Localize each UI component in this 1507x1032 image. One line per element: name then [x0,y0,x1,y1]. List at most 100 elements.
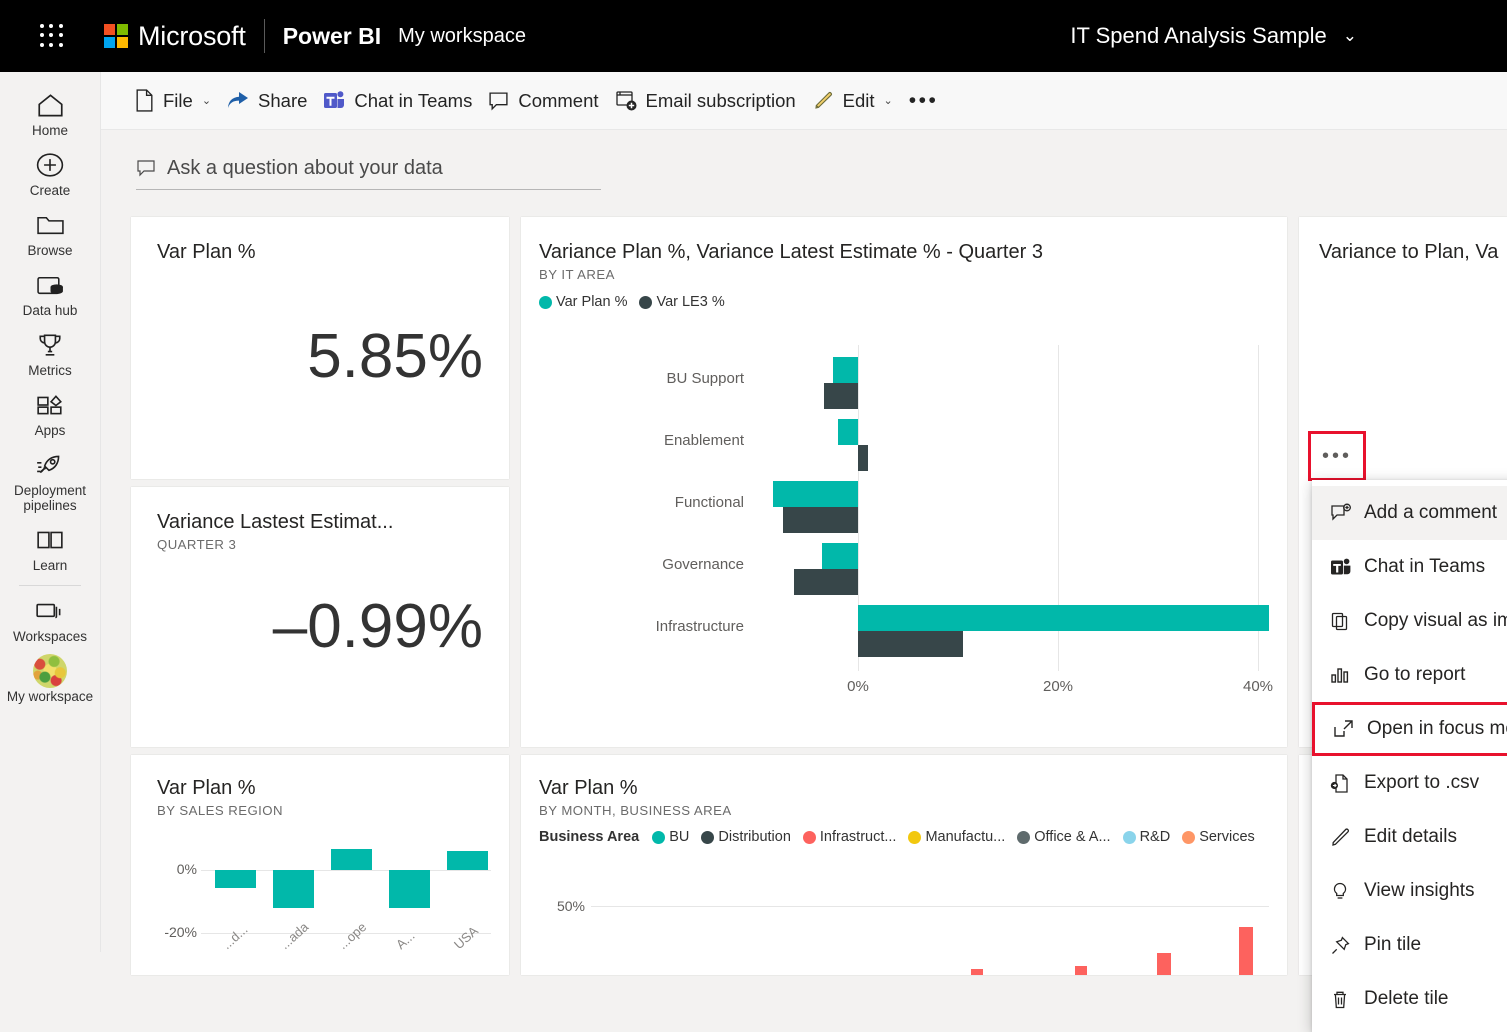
file-button[interactable]: File ⌄ [127,81,219,121]
tile-subtitle: BY SALES REGION [157,803,283,818]
legend-item-infrastructure[interactable]: Infrastruct... [802,829,897,845]
trophy-icon [37,330,63,360]
sidebar-item-metrics[interactable]: Metrics [0,322,101,382]
menu-item-pin-tile[interactable]: Pin tile [1312,918,1507,972]
qa-input[interactable]: Ask a question about your data [167,157,443,180]
sidebar-item-workspaces[interactable]: Workspaces [0,588,101,648]
legend-item-services[interactable]: Services [1182,829,1255,845]
bar-month-2[interactable] [1075,966,1087,975]
legend-label: Var LE3 % [656,294,725,310]
tile-var-plan-kpi[interactable]: Var Plan % 5.85% [131,217,509,479]
email-subscription-icon [615,90,637,112]
menu-item-edit-details[interactable]: Edit details [1312,810,1507,864]
sidebar-item-create[interactable]: Create [0,142,101,202]
region-chart-plot: 0% -20% ...d... ...ada ...ope A... USA [157,831,491,966]
share-button[interactable]: Share [219,81,315,121]
bar-enablement-var-le3[interactable] [858,445,868,471]
sidebar-item-my-workspace[interactable]: My workspace [0,648,101,708]
sidebar-item-deployment-pipelines[interactable]: Deployment pipelines [0,442,101,517]
bar-governance-var-plan[interactable] [822,543,858,569]
bar-month-4[interactable] [1239,927,1253,975]
chevron-down-icon[interactable]: ⌄ [202,94,211,107]
sidebar-item-label: Deployment pipelines [13,483,87,513]
legend-title: Business Area [539,829,640,845]
bar-functional-var-plan[interactable] [773,481,858,507]
microsoft-logo[interactable]: Microsoft [104,21,246,52]
chevron-down-icon[interactable]: ⌄ [1343,26,1357,46]
tile-var-plan-by-month-business-area[interactable]: Var Plan % BY MONTH, BUSINESS AREA Busin… [521,755,1287,975]
email-subscription-button[interactable]: Email subscription [607,81,804,121]
bar-bu-support-var-plan[interactable] [833,357,858,383]
share-icon [227,91,249,111]
breadcrumb-workspace[interactable]: My workspace [398,25,526,48]
menu-item-label: Go to report [1364,664,1466,685]
edit-button[interactable]: Edit ⌄ [804,81,901,121]
nav-divider [19,585,81,586]
bar-functional-var-le3[interactable] [783,507,858,533]
bar-governance-var-le3[interactable] [794,569,858,595]
tile-more-options-button[interactable]: ••• [1308,431,1366,481]
legend-label: Manufactu... [925,829,1006,845]
waffle-grid-icon[interactable] [28,12,76,60]
report-title-area[interactable]: IT Spend Analysis Sample ⌄ [1070,0,1507,72]
legend-swatch-icon [802,830,816,844]
sidebar-item-data-hub[interactable]: Data hub [0,262,101,322]
legend-swatch-icon [539,295,552,309]
tile-var-plan-by-sales-region[interactable]: Var Plan % BY SALES REGION 0% -20% ...d.… [131,755,509,975]
y-tick-label: 50% [556,898,585,914]
bar-bu-support-var-le3[interactable] [824,383,858,409]
bar-month-1[interactable] [971,969,983,975]
chevron-down-icon[interactable]: ⌄ [884,94,893,107]
chart-legend: Business Area BU Distribution Infrastruc… [539,829,1269,845]
legend-item-var-plan[interactable]: Var Plan % [539,294,627,310]
menu-item-go-to-report[interactable]: Go to report [1312,648,1507,702]
menu-item-label: Export to .csv [1364,772,1480,793]
bar-region-4[interactable] [389,870,430,908]
legend-label: R&D [1139,829,1171,845]
legend-item-office-admin[interactable]: Office & A... [1017,829,1111,845]
sidebar-item-label: Learn [32,558,68,573]
legend-swatch-icon [639,295,653,309]
menu-item-export-to-csv[interactable]: Export to .csv [1312,756,1507,810]
bar-region-1[interactable] [215,870,256,888]
bar-infrastructure-var-plan[interactable] [858,605,1269,631]
data-hub-icon [36,270,65,300]
bar-enablement-var-plan[interactable] [838,419,858,445]
legend-item-var-le3[interactable]: Var LE3 % [639,294,725,310]
sidebar-item-browse[interactable]: Browse [0,202,101,262]
menu-item-copy-visual-as-image[interactable]: Copy visual as image [1312,594,1507,648]
bar-infrastructure-var-le3[interactable] [858,631,963,657]
category-label: Infrastructure [655,618,744,635]
menu-item-view-insights[interactable]: View insights [1312,864,1507,918]
qa-input-wrapper[interactable]: Ask a question about your data [136,148,601,190]
sidebar-item-apps[interactable]: Apps [0,382,101,442]
powerbi-product-name[interactable]: Power BI [283,23,381,50]
bar-month-3[interactable] [1157,953,1171,975]
menu-item-open-in-focus-mode[interactable]: Open in focus mode [1312,702,1507,756]
menu-item-chat-in-teams[interactable]: Chat in Teams [1312,540,1507,594]
menu-item-label: Pin tile [1364,934,1422,955]
avatar-icon [33,654,67,688]
menu-item-add-a-comment[interactable]: Add a comment [1312,486,1507,540]
menu-item-label: Chat in Teams [1364,556,1486,577]
sidebar-item-home[interactable]: Home [0,82,101,142]
legend-item-bu[interactable]: BU [652,829,689,845]
legend-swatch-icon [1182,830,1196,844]
legend-item-distribution[interactable]: Distribution [701,829,791,845]
tile-variance-latest-estimate-kpi[interactable]: Variance Lastest Estimat... QUARTER 3 –0… [131,487,509,747]
legend-item-rd[interactable]: R&D [1122,829,1171,845]
legend-label: Infrastruct... [819,829,897,845]
copy-icon [1330,611,1364,632]
more-options-button[interactable]: ••• [901,81,947,121]
bar-region-2[interactable] [273,870,314,908]
comment-button[interactable]: Comment [480,81,606,121]
bar-region-3[interactable] [331,849,372,870]
menu-item-delete-tile[interactable]: Delete tile [1312,972,1507,1026]
legend-item-manufacturing[interactable]: Manufactu... [908,829,1005,845]
sidebar-item-learn[interactable]: Learn [0,517,101,577]
legend-swatch-icon [652,830,666,844]
x-tick-label: 20% [1042,678,1074,695]
tile-variance-by-it-area[interactable]: Variance Plan %, Variance Latest Estimat… [521,217,1287,747]
chat-in-teams-button[interactable]: Chat in Teams [315,81,480,121]
bar-region-5[interactable] [447,851,488,870]
